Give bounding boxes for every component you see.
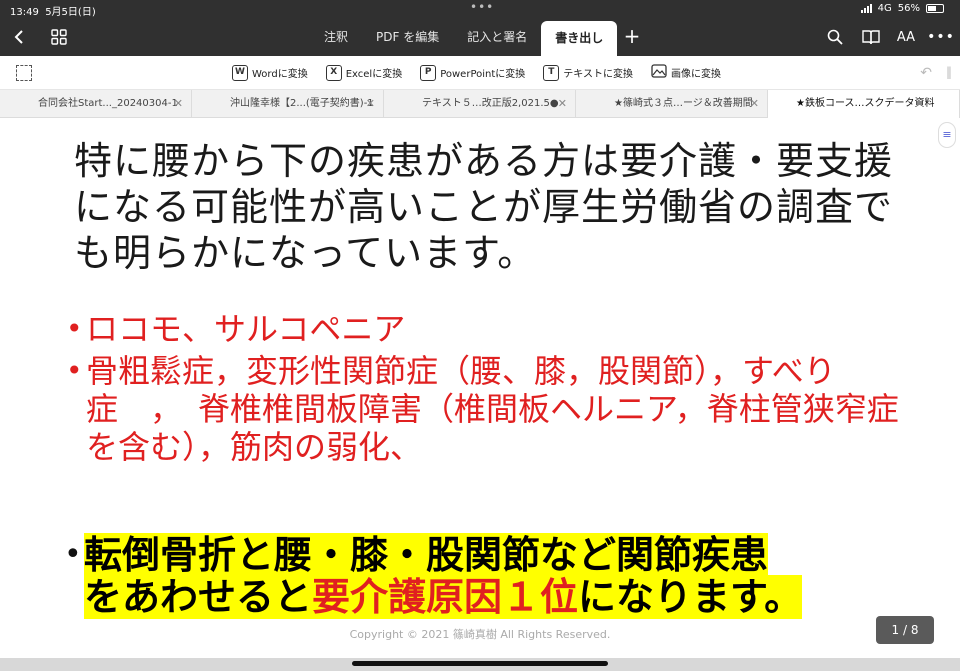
book-view-icon[interactable]	[860, 26, 882, 48]
red-bullet-list: • ロコモ、サルコペニア • 骨粗鬆症，変形性関節症（腰、膝，股関節），すべり症…	[66, 310, 906, 470]
outline-panel-icon[interactable]: ≡	[938, 122, 956, 148]
tab-fill-sign[interactable]: 記入と署名	[453, 18, 541, 56]
grid-view-icon[interactable]	[48, 26, 70, 48]
convert-word-button[interactable]: W Wordに変換	[232, 64, 308, 81]
tab-annotate[interactable]: 注釈	[310, 18, 362, 56]
list-item: • 骨粗鬆症，変形性関節症（腰、膝，股関節），すべり症 ， 脊椎椎間板障害（椎間…	[66, 352, 899, 466]
bullet-icon: •	[66, 354, 83, 387]
tab-edit-pdf[interactable]: PDF を編集	[362, 18, 453, 56]
highlighted-statement: • 転倒骨折と腰・膝・股関節など関節疾患 をあわせると要介護原因１位になります。	[64, 533, 904, 619]
export-convert-bar: W Wordに変換 X Excelに変換 P PowerPointに変換 T テ…	[0, 56, 960, 90]
multitask-dots-icon[interactable]: •••	[470, 0, 494, 14]
close-icon[interactable]: ✕	[174, 90, 183, 118]
status-bar: 13:49 5月5日(日) ••• 4G 56%	[0, 0, 960, 18]
convert-options: W Wordに変換 X Excelに変換 P PowerPointに変換 T テ…	[232, 64, 721, 81]
page-indicator[interactable]: 1 / 8	[876, 616, 934, 644]
close-icon[interactable]: ✕	[366, 90, 375, 118]
document-tabs: 合同会社Start..._20240304-1 ✕ 沖山隆幸様【2...(電子契約…	[0, 90, 960, 118]
copyright-text: Copyright © 2021 篠崎真樹 All Rights Reserve…	[349, 628, 611, 641]
slide-heading: 特に腰から下の疾患がある方は要介護・要支援になる可能性が高いことが厚生労働省の調…	[74, 139, 894, 275]
main-toolbar: 注釈 PDF を編集 記入と署名 書き出し + AA •••	[0, 18, 960, 56]
word-icon: W	[232, 64, 248, 81]
excel-icon: X	[325, 64, 342, 81]
highlight-red-text: 要介護原因１位	[312, 575, 579, 619]
convert-label: Wordに変換	[252, 69, 308, 80]
bullet-icon: •	[66, 312, 83, 345]
text-size-icon[interactable]: AA	[895, 26, 917, 48]
undo-icon[interactable]: ↶	[920, 65, 932, 81]
document-tab[interactable]: 合同会社Start..._20240304-1 ✕	[0, 90, 192, 118]
signal-icon	[860, 4, 872, 13]
convert-text-button[interactable]: T テキストに変換	[543, 64, 633, 81]
battery-fill	[928, 6, 936, 11]
search-icon[interactable]	[824, 26, 846, 48]
text-icon: T	[543, 64, 560, 81]
powerpoint-icon: P	[420, 64, 437, 81]
convert-label: Excelに変換	[345, 69, 403, 80]
document-tab[interactable]: 沖山隆幸様【2...(電子契約書)-1 ✕	[192, 90, 384, 118]
image-icon	[651, 64, 667, 81]
more-options-icon[interactable]: •••	[927, 26, 954, 48]
convert-image-button[interactable]: 画像に変換	[651, 64, 721, 81]
bullet-icon: •	[64, 537, 82, 572]
convert-powerpoint-button[interactable]: P PowerPointに変換	[420, 64, 525, 81]
battery-icon	[926, 4, 944, 13]
highlight-line-1: 転倒骨折と腰・膝・股関節など関節疾患	[84, 533, 769, 577]
document-tab[interactable]: ★篠崎式３点…ージ＆改善期間 ✕	[576, 90, 768, 118]
network-label: 4G	[877, 3, 892, 14]
back-chevron-icon[interactable]	[8, 26, 30, 48]
battery-label: 56%	[897, 3, 920, 14]
status-right: 4G 56%	[860, 3, 944, 14]
close-icon[interactable]: ✕	[558, 90, 567, 118]
home-indicator[interactable]	[352, 661, 608, 666]
add-tool-icon[interactable]: +	[620, 25, 644, 49]
close-icon[interactable]: ✕	[750, 90, 759, 118]
highlight-line-2a: をあわせると	[84, 575, 313, 619]
convert-label: テキストに変換	[563, 69, 633, 80]
convert-excel-button[interactable]: X Excelに変換	[325, 64, 403, 81]
status-time: 13:49 5月5日(日)	[10, 7, 96, 18]
mode-tabs: 注釈 PDF を編集 記入と署名 書き出し	[310, 18, 618, 56]
list-item: • ロコモ、サルコペニア	[66, 310, 406, 348]
highlight-line-2b: になります。	[578, 575, 803, 619]
convert-label: 画像に変換	[670, 69, 721, 80]
panel-toggle-icon[interactable]: ‖	[946, 65, 952, 79]
tab-export[interactable]: 書き出し	[541, 21, 618, 56]
document-tab[interactable]: テキスト５…改正版2,021.5● ✕	[384, 90, 576, 118]
pdf-page[interactable]: 特に腰から下の疾患がある方は要介護・要支援になる可能性が高いことが厚生労働省の調…	[0, 118, 960, 658]
selection-tool-icon[interactable]	[16, 65, 32, 81]
convert-label: PowerPointに変換	[440, 69, 526, 80]
document-tab-active[interactable]: ★鉄板コース…スクデータ資料	[768, 90, 960, 118]
top-toolbar: 13:49 5月5日(日) ••• 4G 56% 注釈 PDF を編集 記入と署…	[0, 0, 960, 56]
